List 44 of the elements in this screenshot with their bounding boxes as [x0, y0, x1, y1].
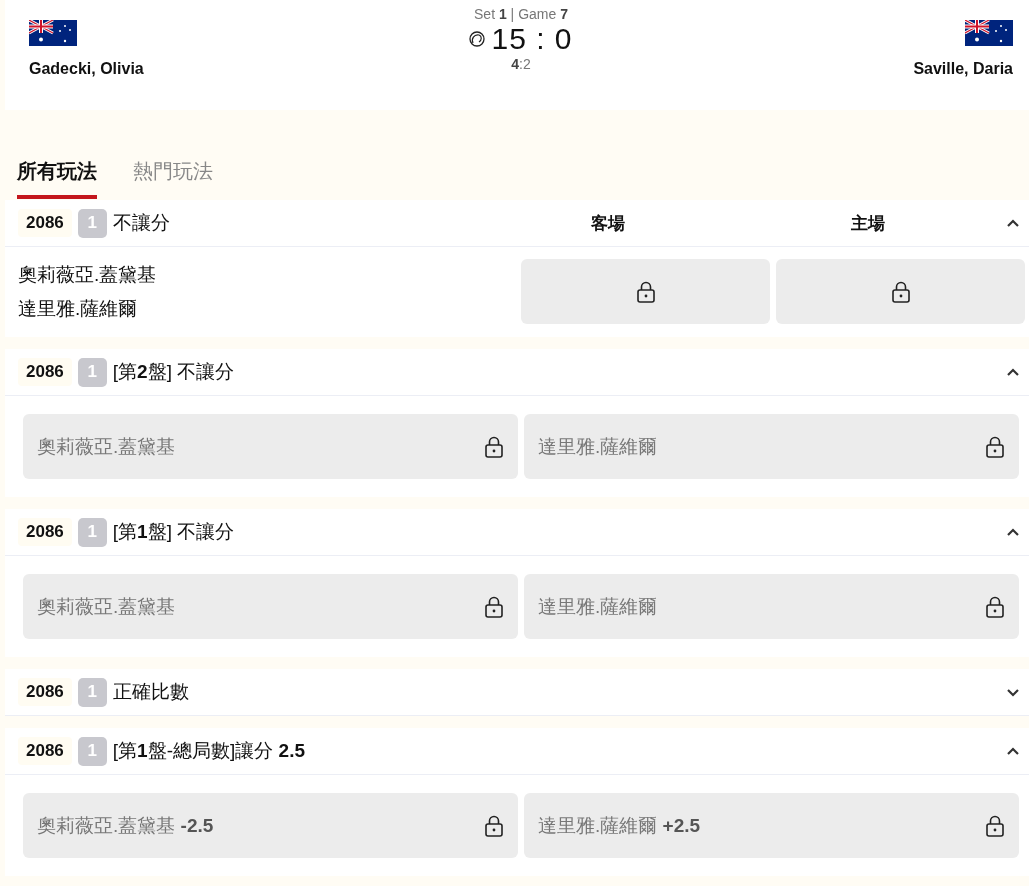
odds-cell[interactable] [521, 259, 770, 324]
option-label: 達里雅.薩維爾 +2.5 [538, 813, 701, 838]
column-header: 主場 [850, 212, 886, 235]
option-label: 奧莉薇亞.蓋黛基 [37, 594, 176, 619]
market-title: [第1盤-總局數]讓分 2.5 [112, 739, 306, 763]
option-label: 達里雅.薩維爾 [538, 594, 658, 619]
odds-option[interactable]: 奧莉薇亞.蓋黛基 -2.5 [23, 793, 518, 858]
market-code: 2086 [18, 358, 72, 386]
team-name: 達里雅.薩維爾 [18, 296, 139, 321]
market-title: 正確比數 [112, 680, 190, 704]
market-title: [第1盤] 不讓分 [112, 520, 236, 544]
odds-option[interactable]: 奧莉薇亞.蓋黛基 [23, 574, 518, 639]
odds-option[interactable]: 達里雅.薩維爾 +2.5 [524, 793, 1019, 858]
odds-option[interactable]: 達里雅.薩維爾 [524, 574, 1019, 639]
market-title: [第2盤] 不讓分 [112, 360, 236, 384]
lock-icon [890, 280, 911, 303]
column-header: 客場 [590, 212, 626, 235]
market-title: 不讓分 [112, 211, 171, 235]
point-score: 15 : 0 [491, 22, 573, 56]
market-code: 2086 [18, 678, 72, 706]
market-code: 2086 [18, 518, 72, 546]
option-label: 達里雅.薩維爾 [538, 434, 658, 459]
lock-icon [484, 435, 504, 458]
market-code: 2086 [18, 209, 72, 237]
player-name: Saville, Daria [913, 60, 1013, 78]
team-name: 奧莉薇亞.蓋黛基 [18, 262, 158, 287]
flag-icon [965, 20, 1013, 46]
lock-icon [985, 814, 1005, 837]
lock-icon [484, 814, 504, 837]
tab[interactable]: 熱門玩法 [133, 150, 213, 199]
flag-icon [29, 20, 77, 46]
option-label: 奧莉薇亞.蓋黛基 -2.5 [37, 813, 214, 838]
lock-icon [985, 595, 1005, 618]
lock-icon [484, 595, 504, 618]
player-name: Gadecki, Olivia [29, 60, 144, 78]
lock-icon [985, 435, 1005, 458]
option-label: 奧莉薇亞.蓋黛基 [37, 434, 176, 459]
market-code: 2086 [18, 737, 72, 765]
odds-option[interactable]: 達里雅.薩維爾 [524, 414, 1019, 479]
odds-cell[interactable] [776, 259, 1025, 324]
odds-option[interactable]: 奧莉薇亞.蓋黛基 [23, 414, 518, 479]
game-score: 4:2 [511, 56, 531, 72]
lock-icon [635, 280, 656, 303]
set-info: Set 1 | Game 7 [474, 6, 568, 22]
